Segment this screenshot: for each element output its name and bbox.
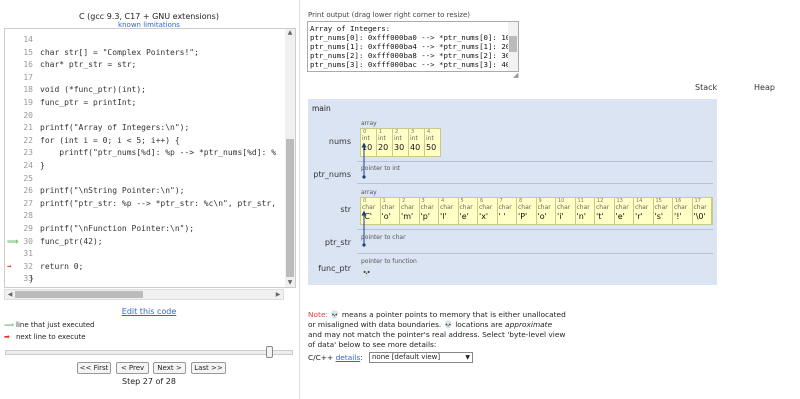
note-body-2: locations are — [455, 320, 503, 329]
note-body-3: and may not match the pointer's real add… — [308, 330, 566, 349]
details-row: C/C++ details: — [308, 353, 363, 362]
details-link[interactable]: details — [336, 353, 361, 362]
note-label: Note: — [308, 310, 328, 319]
skull-icon: 💀 — [330, 310, 340, 319]
chevron-down-icon: ▼ — [465, 354, 470, 361]
note-text: Note: 💀 means a pointer points to memory… — [308, 310, 568, 350]
skull-icon: 💀 — [443, 320, 453, 329]
details-prefix: C/C++ — [308, 353, 334, 362]
details-select-value: none [default view] — [372, 353, 441, 361]
details-view-select[interactable]: none [default view] ▼ — [369, 352, 473, 363]
note-approximate: approximate — [505, 320, 553, 329]
